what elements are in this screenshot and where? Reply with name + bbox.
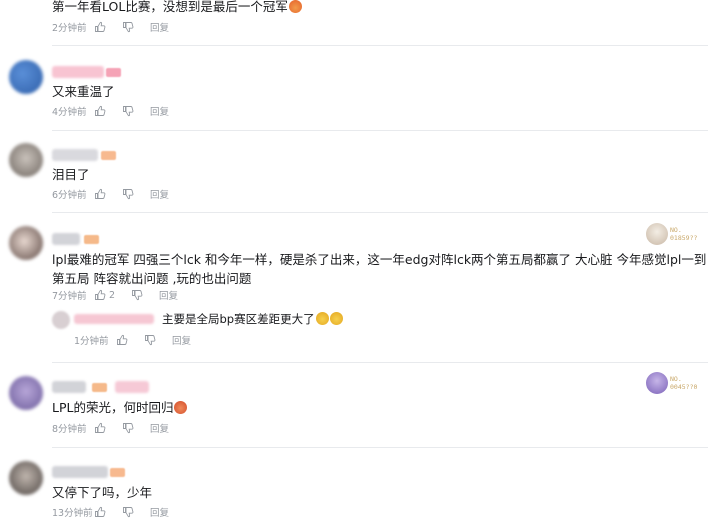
avatar[interactable] [9,143,43,177]
medal-badge[interactable] [115,381,149,393]
fan-badge[interactable]: NO. 01859?? [646,222,702,246]
comment-time: 8分钟前 [52,424,87,435]
comment-meta: 13分钟前 回复 [52,505,185,519]
thumbs-down-icon [123,189,134,200]
avatar[interactable] [9,461,43,495]
username[interactable] [52,381,86,393]
fan-badge-number: NO. 01859?? [670,226,698,242]
thumbs-down-icon [132,290,143,301]
thumbs-down-icon [145,335,156,346]
thumbs-up-icon [95,188,106,199]
like-button[interactable]: 2 [94,289,115,301]
like-count: 2 [109,289,116,301]
thumbs-down-icon [123,507,134,518]
thumbs-up-icon [95,506,106,517]
separator [52,130,708,131]
avatar[interactable] [9,60,43,94]
reply-text: 主要是全局bp赛区差距更大了 [162,311,343,327]
comment-time: 2分钟前 [52,23,87,34]
comment-meta: 8分钟前 回复 [52,421,185,435]
avatar[interactable] [9,226,43,260]
comment-meta: 6分钟前 回复 [52,187,185,201]
username[interactable] [52,466,108,478]
emoji-icon [288,0,302,13]
like-button[interactable] [94,506,106,518]
comment-time: 7分钟前 [52,291,87,302]
reply-button[interactable]: 回复 [150,187,169,201]
like-button[interactable] [94,188,106,200]
separator [52,362,708,363]
comment-time: 13分钟前 [52,508,93,519]
like-button[interactable] [94,105,106,117]
level-badge [84,235,99,244]
thumbs-down-icon [123,423,134,434]
separator [52,447,708,448]
thumbs-up-icon [95,422,106,433]
comment-text: lpl最难的冠军 四强三个lck 和今年一样，硬是杀了出来，这一年edg对阵lc… [52,252,707,286]
like-button[interactable] [94,422,106,434]
fan-badge[interactable]: NO. 0045??0 [646,371,702,395]
username[interactable] [52,233,80,245]
emoji-icon [315,312,329,325]
dislike-button[interactable] [122,422,134,434]
dislike-button[interactable] [122,188,134,200]
dislike-button[interactable] [131,289,143,301]
like-button[interactable] [94,21,106,33]
username[interactable] [52,149,98,161]
fan-badge-image [646,372,668,394]
thumbs-up-icon [95,289,106,300]
level-badge [110,468,125,477]
reply-button[interactable]: 回复 [150,104,169,118]
level-badge [106,68,121,77]
thumbs-up-icon [95,105,106,116]
level-badge [101,151,116,160]
emoji-icon [329,312,343,325]
fan-badge-number: NO. 0045??0 [670,375,698,391]
comment-meta: 4分钟前 回复 [52,104,185,118]
comment-time: 4分钟前 [52,107,87,118]
reply-button[interactable]: 回复 [150,20,169,34]
dislike-button[interactable] [122,506,134,518]
reply-time: 1分钟前 [74,336,109,347]
dislike-button[interactable] [144,334,156,346]
reply-button[interactable]: 回复 [172,333,191,347]
comment-text: 第一年看LOL比赛，没想到是最后一个冠军 [52,0,302,16]
username[interactable] [52,66,104,78]
reply-avatar[interactable] [52,311,70,329]
thumbs-up-icon [95,21,106,32]
comment-text: 又来重温了 [52,84,115,99]
comment-text: 泪目了 [52,167,90,182]
like-button[interactable] [116,334,128,346]
reply-button[interactable]: 回复 [150,421,169,435]
level-badge [92,383,107,392]
thumbs-down-icon [123,106,134,117]
thumbs-up-icon [117,334,128,345]
separator [52,45,708,46]
dislike-button[interactable] [122,105,134,117]
reply-username[interactable] [74,314,154,324]
comment-meta: 7分钟前 2 回复 [52,288,194,303]
sub-reply: 主要是全局bp赛区差距更大了 1分钟前 回复 [52,311,652,351]
reply-button[interactable]: 回复 [150,505,169,519]
comment-time: 6分钟前 [52,190,87,201]
fan-badge-image [646,223,668,245]
reply-meta: 1分钟前 回复 [74,333,207,347]
emoji-icon [174,401,188,414]
dislike-button[interactable] [122,21,134,33]
avatar[interactable] [9,376,43,410]
comment-text: LPL的荣光，何时回归 [52,398,188,417]
comment-meta: 2分钟前 回复 [52,20,185,34]
separator [52,212,708,213]
thumbs-down-icon [123,22,134,33]
reply-button[interactable]: 回复 [159,288,178,302]
comment-text: 又停下了吗，少年 [52,485,153,500]
